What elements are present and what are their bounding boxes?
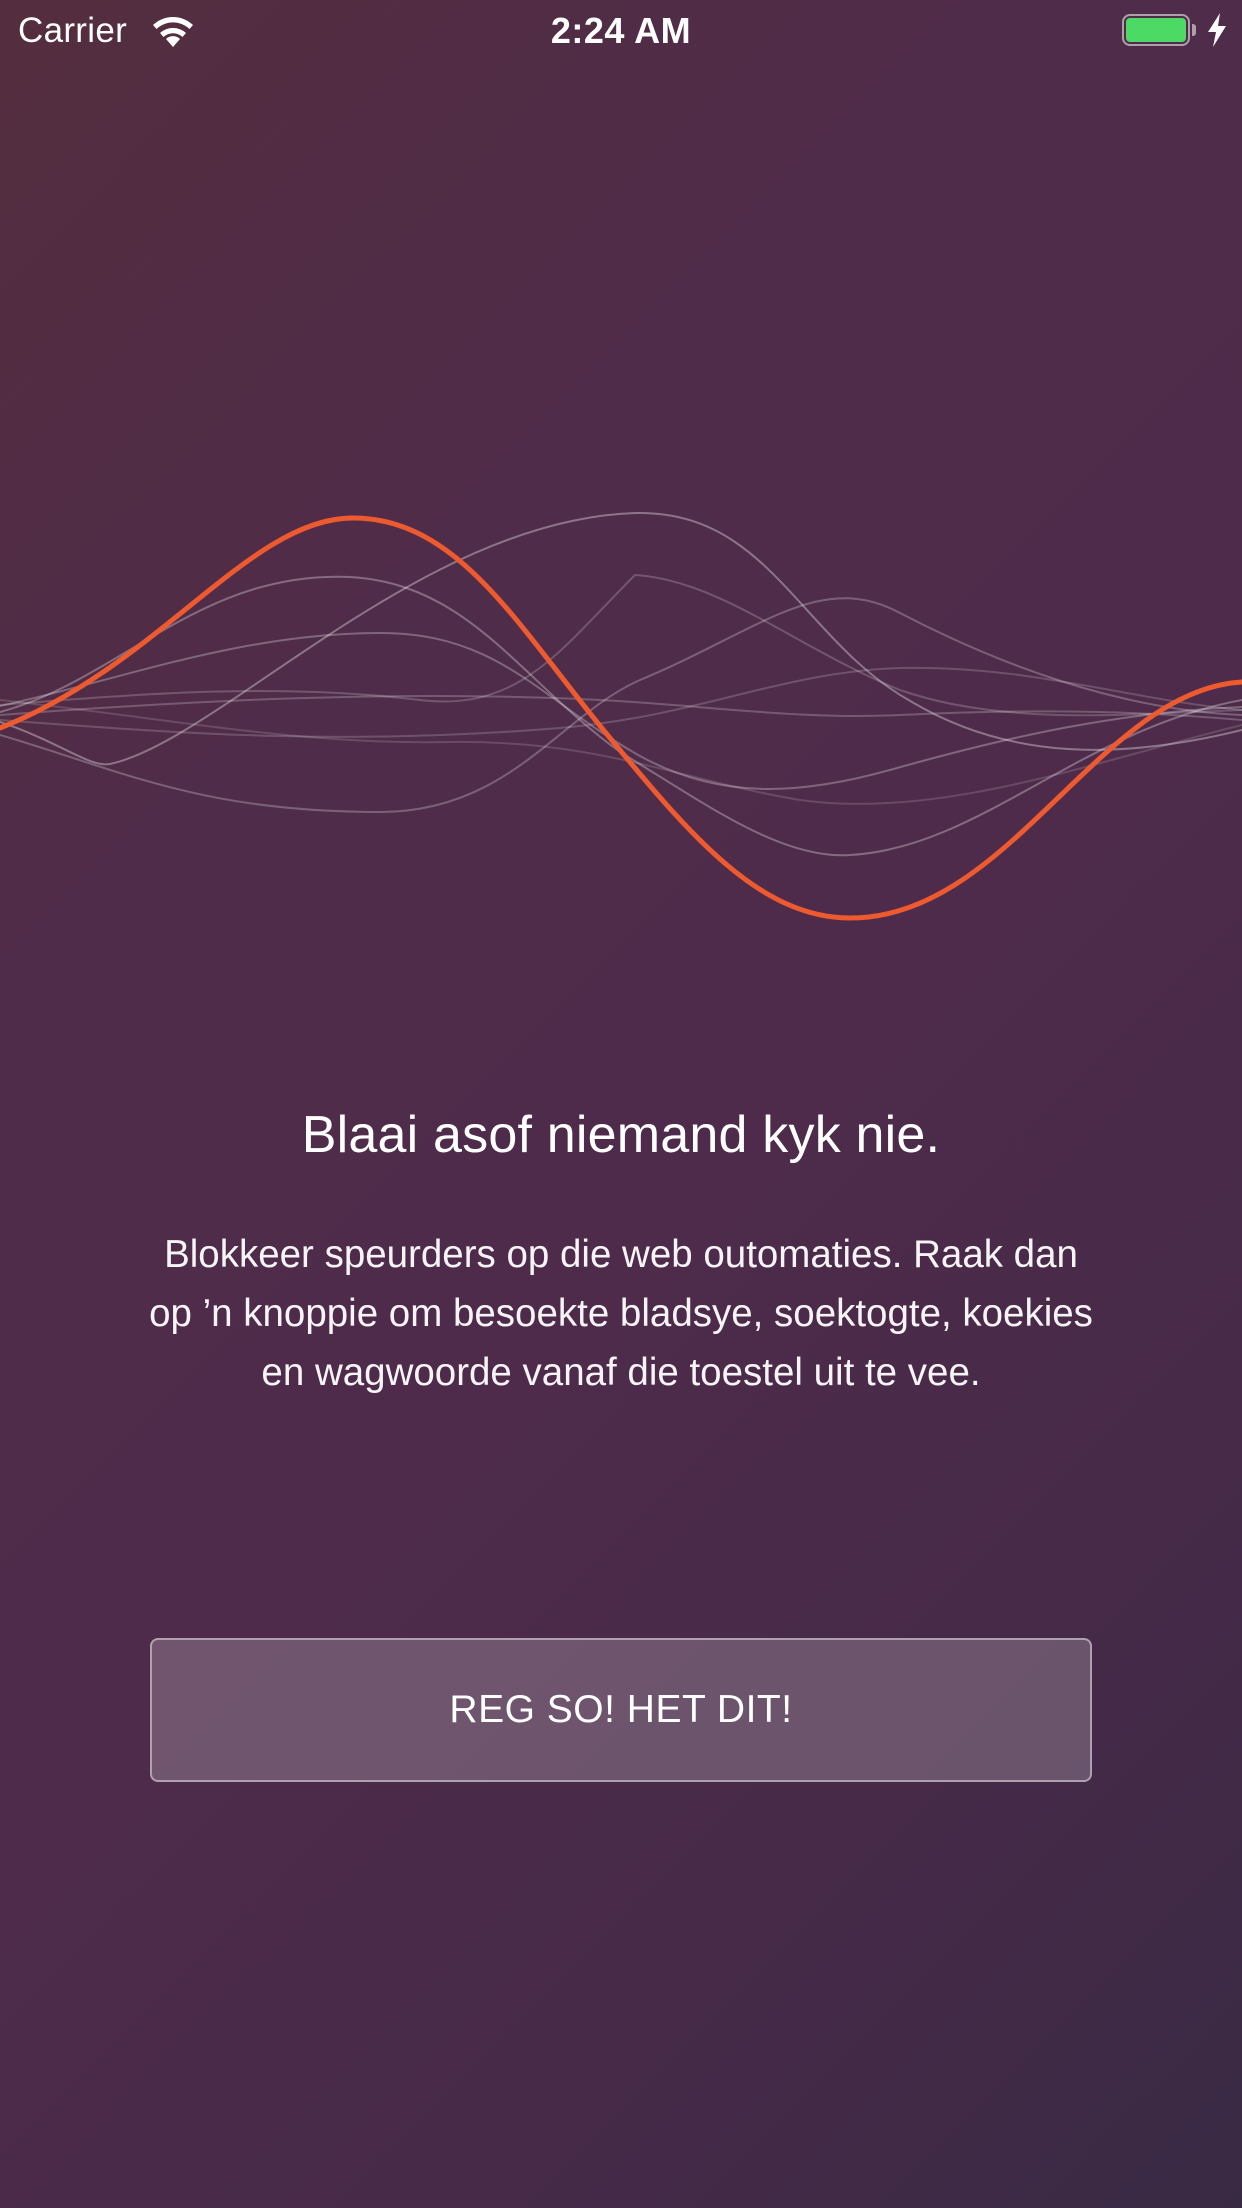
wave-line (0, 573, 1242, 717)
sound-wave-illustration (0, 511, 1242, 921)
onboarding-screen: Carrier 2:24 AM Blaai asof niemand kyk n… (0, 0, 1242, 2208)
onboarding-headline: Blaai asof niemand kyk nie. (301, 1106, 941, 1164)
wave-line (0, 694, 1242, 721)
wave-line (0, 597, 1242, 814)
accent-wave-line (0, 515, 1242, 921)
wave-line (0, 511, 1242, 766)
battery-icon (1122, 14, 1196, 48)
got-it-button[interactable]: REG SO! HET DIT! (150, 1638, 1092, 1782)
wave-line (0, 575, 1242, 857)
status-bar: Carrier 2:24 AM (0, 0, 1242, 62)
battery-fill (1126, 18, 1186, 42)
status-clock: 2:24 AM (550, 10, 692, 51)
charging-bolt-icon (1208, 13, 1226, 47)
onboarding-description: Blokkeer speurders op die web outomaties… (149, 1233, 1093, 1394)
